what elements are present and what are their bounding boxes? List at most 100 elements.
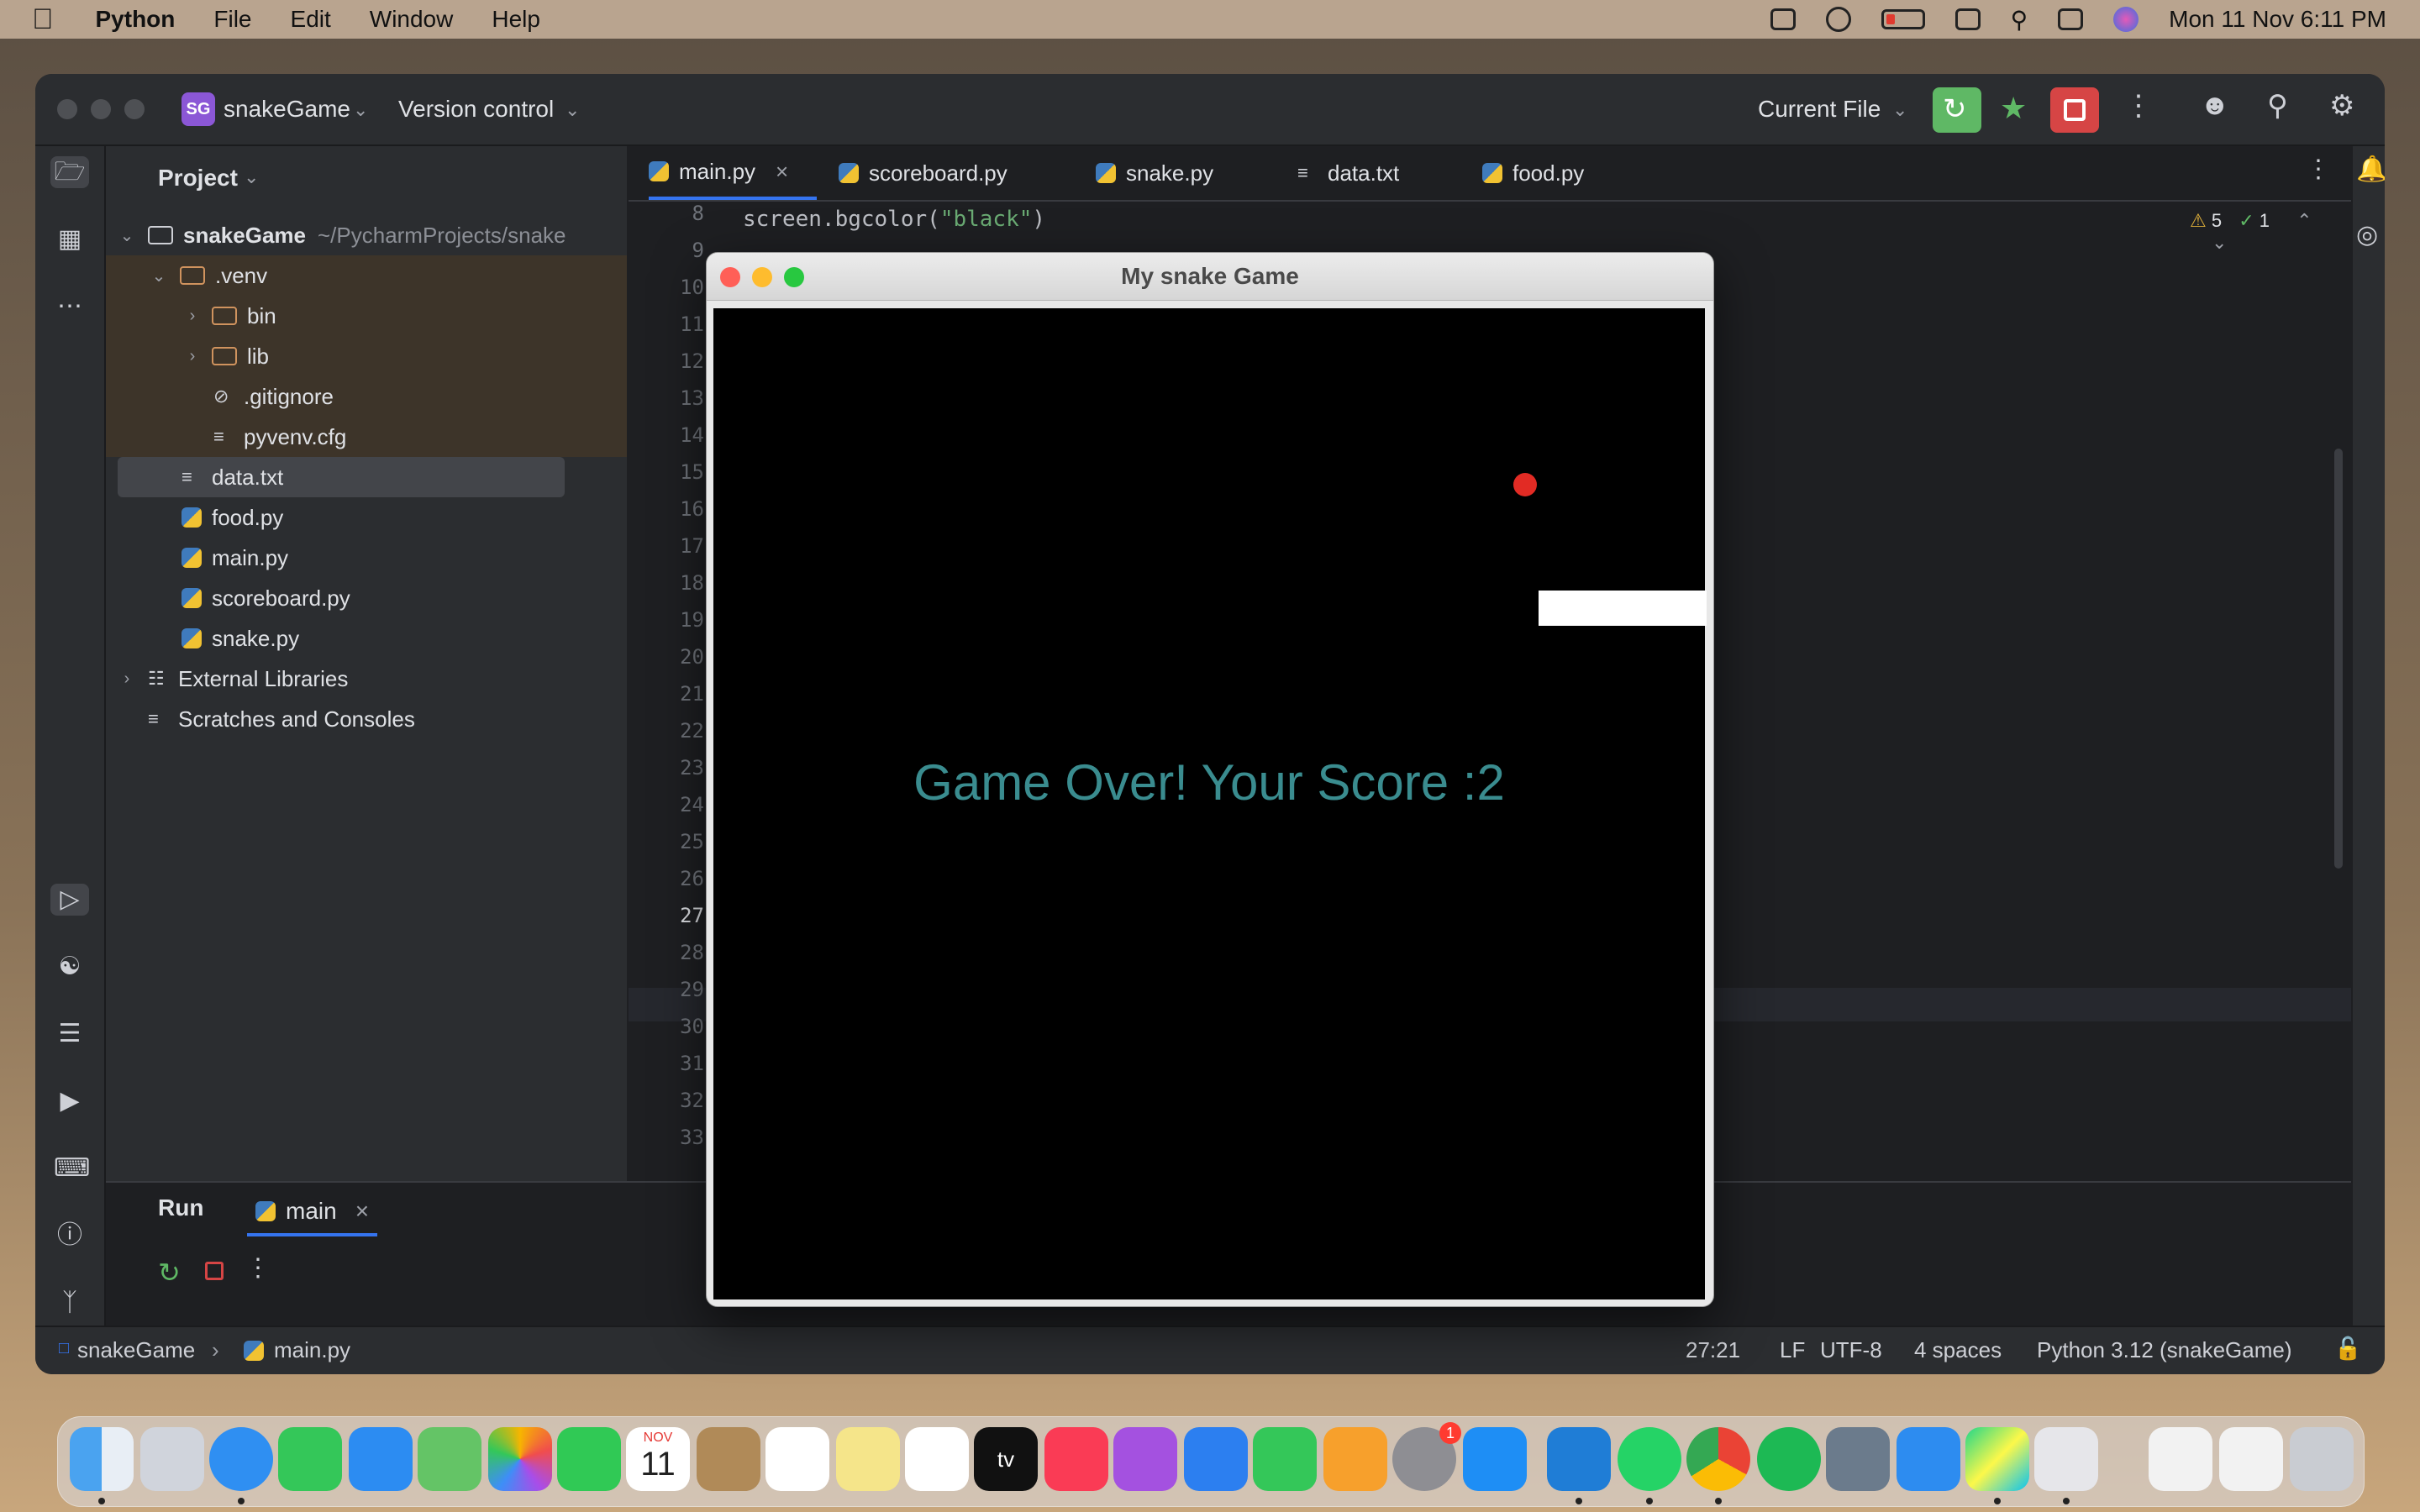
layers-icon[interactable]: ☰: [54, 1018, 86, 1050]
expanded-arrow-icon[interactable]: ⌄: [146, 265, 171, 286]
pycharm-icon[interactable]: [1965, 1427, 2029, 1491]
pages-icon[interactable]: [1323, 1427, 1387, 1491]
code-line-8[interactable]: screen.bgcolor("black"): [743, 207, 1045, 232]
chevron-down-icon[interactable]: ⌄: [565, 99, 580, 121]
project-folder-icon[interactable]: 🗁: [50, 156, 89, 188]
settings-gear-icon[interactable]: ⚙: [2329, 89, 2354, 123]
cursor-position[interactable]: 27:21: [1686, 1337, 1740, 1363]
project-badge[interactable]: SG: [182, 92, 215, 126]
chevron-down-icon[interactable]: ⌄: [353, 99, 368, 121]
tree-item-scoreboard-py[interactable]: scoreboard.py: [106, 578, 627, 618]
inspection-widget[interactable]: ⚠ 5 ✓ 1 ⌃ ⌄: [2190, 210, 2351, 254]
music-icon[interactable]: [1044, 1427, 1108, 1491]
calendar-icon[interactable]: NOV 11: [626, 1427, 690, 1491]
expanded-arrow-icon[interactable]: ⌄: [114, 225, 139, 246]
system-settings-icon[interactable]: 1: [1392, 1422, 1461, 1491]
services-icon[interactable]: ▶: [54, 1085, 86, 1117]
rerun-button[interactable]: ↻: [1933, 87, 1981, 133]
notifications-bell-icon[interactable]: 🔔: [2356, 155, 2385, 184]
python-launcher-icon[interactable]: [2034, 1427, 2098, 1491]
xcode-icon[interactable]: [1897, 1427, 1960, 1491]
game-canvas[interactable]: Game Over! Your Score :2: [713, 308, 1707, 1299]
tree-item-gitignore[interactable]: ⊘ .gitignore: [106, 376, 627, 417]
stop-icon[interactable]: [205, 1262, 224, 1280]
stop-button[interactable]: [2050, 87, 2099, 133]
indent-setting[interactable]: 4 spaces: [1914, 1337, 2002, 1363]
window-zoom-button[interactable]: [124, 99, 145, 119]
numbers-icon[interactable]: [1253, 1427, 1317, 1491]
maps-icon[interactable]: [418, 1427, 481, 1491]
messages-icon[interactable]: [278, 1427, 342, 1491]
more-tools-icon[interactable]: ⋯: [54, 291, 86, 323]
next-highlight-icon[interactable]: ⌄: [2212, 232, 2227, 253]
breadcrumb-file[interactable]: main.py: [274, 1337, 350, 1363]
menu-file[interactable]: File: [213, 6, 251, 33]
line-separator[interactable]: LF: [1780, 1337, 1805, 1363]
app-store-icon[interactable]: [1463, 1427, 1527, 1491]
terminal-icon[interactable]: ⌨: [54, 1152, 90, 1184]
tab-snake-py[interactable]: snake.py: [1096, 146, 1213, 200]
tree-item-food-py[interactable]: food.py: [106, 497, 627, 538]
tree-item-bin[interactable]: › bin: [106, 296, 627, 336]
editor-scrollbar[interactable]: [2334, 449, 2343, 869]
version-control-menu[interactable]: Version control: [398, 96, 554, 123]
project-panel-title[interactable]: Project: [158, 165, 238, 192]
tree-item-scratches[interactable]: ≡ Scratches and Consoles: [106, 699, 627, 739]
problems-icon[interactable]: ⓘ: [54, 1220, 86, 1252]
recent-document-icon[interactable]: [2149, 1427, 2212, 1491]
run-tool-icon[interactable]: ▷: [50, 884, 89, 916]
project-selector[interactable]: snakeGame: [224, 96, 350, 123]
tree-item-data-txt[interactable]: ≡ data.txt: [118, 457, 565, 497]
git-branch-icon[interactable]: ᛉ: [54, 1287, 86, 1319]
menu-clock[interactable]: Mon 11 Nov 6:11 PM: [2169, 6, 2386, 33]
tree-root[interactable]: ⌄ snakeGame ~/PycharmProjects/snake: [106, 215, 627, 255]
spotlight-search-icon[interactable]: ⚲: [2011, 6, 2028, 34]
more-actions-icon[interactable]: ⋮: [2124, 89, 2153, 123]
keynote-icon[interactable]: [1184, 1427, 1248, 1491]
close-tab-icon[interactable]: ×: [776, 159, 788, 185]
apple-tv-icon[interactable]: tv: [974, 1427, 1038, 1491]
run-config-selector[interactable]: Current File: [1758, 96, 1881, 123]
run-panel-title[interactable]: Run: [158, 1194, 203, 1221]
tab-data-txt[interactable]: ≡ data.txt: [1297, 146, 1399, 200]
structure-icon[interactable]: ▦: [54, 223, 86, 255]
collapsed-arrow-icon[interactable]: ›: [180, 347, 205, 366]
tab-options-icon[interactable]: ⋮: [2306, 155, 2331, 184]
previous-highlight-icon[interactable]: ⌃: [2296, 210, 2312, 231]
siri-icon[interactable]: [2113, 7, 2139, 32]
podcasts-icon[interactable]: [1113, 1427, 1177, 1491]
file-encoding[interactable]: UTF-8: [1820, 1337, 1882, 1363]
play-icon[interactable]: [1825, 7, 1851, 32]
tree-item-lib[interactable]: › lib: [106, 336, 627, 376]
close-tab-icon[interactable]: ×: [355, 1198, 369, 1225]
run-tab-main[interactable]: main ×: [247, 1189, 378, 1236]
tree-item-main-py[interactable]: main.py: [106, 538, 627, 578]
link-icon[interactable]: [1954, 8, 1981, 30]
tab-main-py[interactable]: main.py ×: [649, 146, 817, 200]
screen-share-icon[interactable]: [1770, 8, 1796, 30]
downloads-stack-icon[interactable]: [2219, 1427, 2283, 1491]
battery-icon[interactable]: [1881, 9, 1925, 29]
python-console-icon[interactable]: ☯: [54, 951, 86, 983]
ai-assistant-icon[interactable]: ◎: [2356, 220, 2378, 249]
lock-icon[interactable]: 🔓: [2334, 1336, 2361, 1362]
tree-item-venv[interactable]: ⌄ .venv: [106, 255, 627, 296]
window-close-button[interactable]: [57, 99, 77, 119]
tree-item-snake-py[interactable]: snake.py: [106, 618, 627, 659]
reminders-icon[interactable]: [765, 1427, 829, 1491]
collapsed-arrow-icon[interactable]: ›: [180, 307, 205, 326]
menu-help[interactable]: Help: [492, 6, 540, 33]
spotify-icon[interactable]: [1757, 1427, 1821, 1491]
trash-icon[interactable]: [2290, 1427, 2354, 1491]
safari-icon[interactable]: [209, 1427, 273, 1491]
more-actions-icon[interactable]: ⋮: [245, 1253, 271, 1283]
game-title-bar[interactable]: My snake Game: [707, 253, 1713, 301]
finder-icon[interactable]: [70, 1427, 134, 1491]
menu-app-name[interactable]: Python: [96, 6, 176, 33]
mail-icon[interactable]: [349, 1427, 413, 1491]
freeform-icon[interactable]: [905, 1427, 969, 1491]
launchpad-icon[interactable]: [140, 1427, 204, 1491]
tree-item-external-libraries[interactable]: › ☷ External Libraries: [106, 659, 627, 699]
apple-icon[interactable]: : [32, 3, 54, 36]
breadcrumb-project[interactable]: snakeGame: [77, 1337, 195, 1363]
